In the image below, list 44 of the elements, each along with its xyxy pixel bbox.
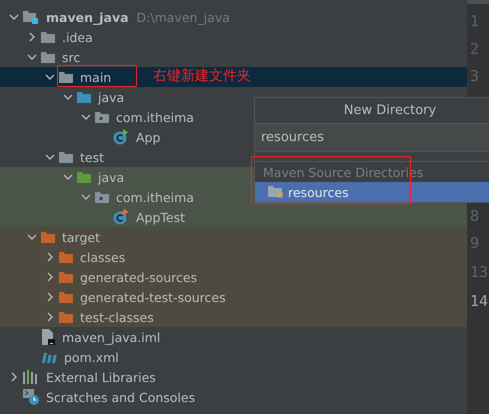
file-icon	[41, 329, 55, 345]
resources-folder-icon	[268, 185, 284, 199]
package-folder-icon	[95, 191, 109, 203]
folder-icon	[59, 151, 73, 163]
tree-item[interactable]: App	[134, 128, 162, 146]
tree-item[interactable]: com.itheima	[114, 188, 196, 206]
project-path: D:\maven_java	[136, 10, 230, 24]
line-number: 14	[470, 292, 488, 310]
folder-icon	[41, 51, 55, 63]
folder-icon	[59, 271, 73, 283]
tree-item[interactable]: test	[78, 148, 106, 166]
maven-icon	[41, 351, 57, 363]
tree-item[interactable]: maven_java.iml	[60, 328, 162, 346]
folder-icon	[59, 311, 73, 323]
folder-icon	[41, 231, 55, 243]
folder-icon	[41, 31, 55, 43]
package-folder-icon	[95, 111, 109, 123]
libraries-icon	[23, 370, 39, 384]
class-icon	[113, 129, 129, 145]
tree-item[interactable]: External Libraries	[44, 368, 158, 386]
tree-item[interactable]: maven_java	[44, 8, 131, 26]
folder-icon	[77, 171, 91, 183]
suggestion-item[interactable]: resources	[255, 182, 489, 202]
tree-item[interactable]: com.itheima	[114, 108, 196, 126]
tree-item[interactable]: main	[78, 68, 114, 86]
tree-item[interactable]: test-classes	[78, 308, 156, 326]
tree-item[interactable]: .idea	[60, 28, 95, 46]
annotation-note: 右键新建文件夹	[153, 67, 251, 85]
class-icon	[113, 209, 129, 225]
folder-icon	[59, 251, 73, 263]
tree-item[interactable]: classes	[78, 248, 128, 266]
folder-icon	[59, 291, 73, 303]
scratches-icon	[23, 389, 39, 405]
tree-item[interactable]: AppTest	[134, 208, 188, 226]
tree-item[interactable]: Scratches and Consoles	[44, 388, 198, 406]
folder-icon	[59, 71, 73, 83]
directory-name-field[interactable]: resources	[255, 124, 489, 152]
tree-item[interactable]: src	[60, 48, 82, 66]
module-folder-icon	[23, 10, 39, 24]
tree-item[interactable]: pom.xml	[62, 348, 121, 366]
tree-item[interactable]: java	[96, 88, 126, 106]
folder-icon	[77, 91, 91, 103]
tree-item[interactable]: java	[96, 168, 126, 186]
tree-item[interactable]: target	[60, 228, 102, 246]
